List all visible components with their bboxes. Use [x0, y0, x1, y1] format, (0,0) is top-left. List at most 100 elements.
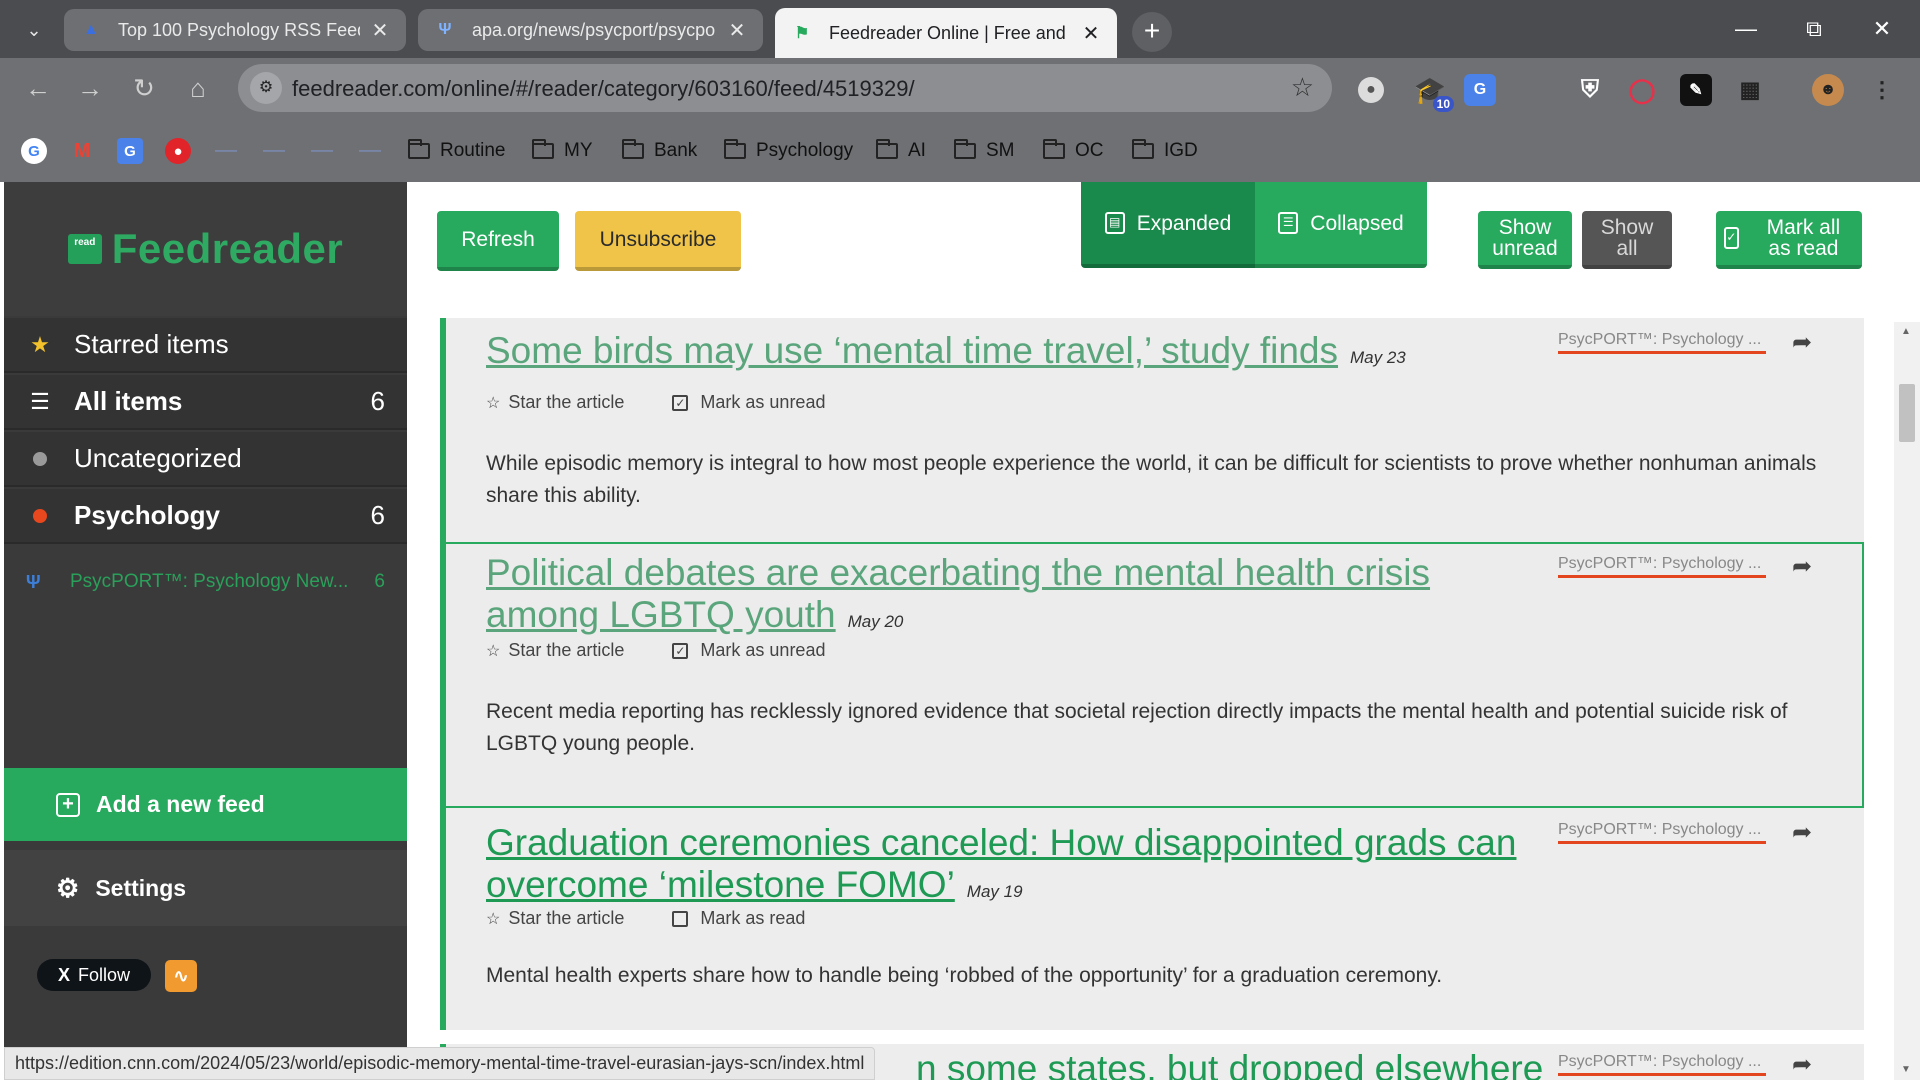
- star-article-button[interactable]: ☆ Star the article: [486, 392, 624, 413]
- unsubscribe-button[interactable]: Unsubscribe: [575, 211, 741, 271]
- pen-extension-icon[interactable]: ✎: [1680, 74, 1712, 106]
- bookmark-folder-bank[interactable]: Bank: [622, 136, 697, 166]
- show-unread-button[interactable]: Show unread: [1478, 211, 1572, 269]
- article-source-link[interactable]: PsycPORT™: Psychology ...: [1558, 1053, 1766, 1076]
- star-article-button[interactable]: ☆ Star the article: [486, 640, 624, 661]
- scroll-down-arrow-icon[interactable]: ▼: [1901, 1064, 1911, 1075]
- sidebar-item-label: Starred items: [74, 329, 229, 359]
- tab-top-100-psychology[interactable]: ▲ Top 100 Psychology RSS Feeds ✕: [64, 9, 406, 51]
- bookmark-icon[interactable]: ——: [213, 138, 239, 164]
- profile-avatar[interactable]: ☻: [1812, 74, 1844, 106]
- menu-kebab-icon[interactable]: ⋮: [1866, 74, 1898, 106]
- rss-icon[interactable]: ∿: [165, 960, 197, 992]
- article-title-text[interactable]: Some birds may use ‘mental time travel,’…: [486, 330, 1338, 371]
- article-title-link[interactable]: Graduation ceremonies canceled: How disa…: [486, 822, 1566, 913]
- x-follow-button[interactable]: X Follow: [37, 959, 151, 991]
- article-item[interactable]: Political debates are exacerbating the m…: [440, 542, 1864, 808]
- bookmark-folder-routine[interactable]: Routine: [408, 136, 506, 166]
- close-tab-icon[interactable]: ✕: [725, 18, 749, 43]
- gmail-bookmark-icon[interactable]: M: [69, 138, 95, 164]
- article-title-text[interactable]: Political debates are exacerbating the m…: [486, 552, 1430, 635]
- close-tab-icon[interactable]: ✕: [368, 18, 392, 43]
- mark-unread-button[interactable]: ✓ Mark as unread: [672, 392, 825, 413]
- bookmark-star-icon[interactable]: ☆: [1291, 72, 1314, 103]
- mark-all-read-button[interactable]: ✓ Mark all as read: [1716, 211, 1862, 269]
- bookmark-folder-igd[interactable]: IGD: [1132, 136, 1198, 166]
- home-icon[interactable]: ⌂: [178, 68, 218, 108]
- tab-apa-psycport[interactable]: Ψ apa.org/news/psycport/psycpo ✕: [418, 9, 763, 51]
- share-icon[interactable]: ➦: [1792, 328, 1812, 357]
- address-bar[interactable]: ⚙ feedreader.com/online/#/reader/categor…: [238, 64, 1332, 112]
- forward-icon[interactable]: →: [70, 68, 110, 108]
- show-unread-label: Show unread: [1492, 216, 1558, 260]
- article-item[interactable]: Graduation ceremonies canceled: How disa…: [440, 808, 1864, 1030]
- bookmark-folder-ai[interactable]: AI: [876, 136, 926, 166]
- puzzle-extensions-icon[interactable]: ▦: [1734, 74, 1766, 106]
- sidebar-item-uncategorized[interactable]: Uncategorized: [4, 432, 407, 487]
- google-bookmark-icon[interactable]: G: [21, 138, 47, 164]
- sidebar-item-psychology[interactable]: Psychology 6: [4, 489, 407, 544]
- restore-icon[interactable]: ⧉: [1780, 8, 1848, 50]
- tab-search-chevron-icon[interactable]: ⌄: [18, 14, 50, 46]
- translate-extension-icon[interactable]: G: [1464, 74, 1496, 106]
- add-feed-button[interactable]: + Add a new feed: [4, 768, 407, 841]
- sidebar-item-count: 6: [370, 386, 385, 416]
- bookmark-folder-sm[interactable]: SM: [954, 136, 1015, 166]
- share-icon[interactable]: ➦: [1792, 1050, 1812, 1079]
- bookmark-icon[interactable]: ——: [357, 138, 383, 164]
- back-icon[interactable]: ←: [18, 68, 58, 108]
- plus-square-icon: +: [56, 792, 80, 817]
- article-actions: ☆ Star the article ✓ Mark as unread: [486, 392, 825, 413]
- article-source-link[interactable]: PsycPORT™: Psychology ...: [1558, 555, 1766, 578]
- article-source-link[interactable]: PsycPORT™: Psychology ...: [1558, 331, 1766, 354]
- new-tab-button[interactable]: +: [1132, 12, 1172, 52]
- article-source-link[interactable]: PsycPORT™: Psychology ...: [1558, 821, 1766, 844]
- scrollbar-thumb[interactable]: [1899, 384, 1915, 442]
- article-item[interactable]: Some birds may use ‘mental time travel,’…: [440, 318, 1864, 542]
- folder-icon: [408, 139, 430, 159]
- feedreader-logo[interactable]: read Feedreader: [4, 182, 407, 316]
- article-title-link[interactable]: Political debates are exacerbating the m…: [486, 552, 1546, 643]
- bookmark-icon[interactable]: ——: [309, 138, 335, 164]
- share-icon[interactable]: ➦: [1792, 552, 1812, 581]
- star-article-button[interactable]: ☆ Star the article: [486, 908, 624, 929]
- status-bar-url: https://edition.cnn.com/2024/05/23/world…: [4, 1047, 876, 1080]
- close-tab-icon[interactable]: ✕: [1079, 21, 1103, 46]
- tab-feedreader[interactable]: ⚑ Feedreader Online | Free and sim ✕: [775, 8, 1117, 58]
- close-window-icon[interactable]: ✕: [1848, 8, 1916, 50]
- reload-icon[interactable]: ↻: [124, 68, 164, 108]
- share-icon[interactable]: ➦: [1792, 818, 1812, 847]
- minimize-icon[interactable]: —: [1712, 8, 1780, 50]
- graduation-cap-extension-icon[interactable]: 🎓 10: [1414, 74, 1454, 112]
- sidebar-feed-psycport[interactable]: Ψ PsycPORT™: Psychology New... 6: [4, 562, 407, 602]
- show-all-button[interactable]: Show all: [1582, 211, 1672, 269]
- bookmark-folder-psychology[interactable]: Psychology: [724, 136, 853, 166]
- scroll-up-arrow-icon[interactable]: ▲: [1901, 326, 1911, 337]
- mark-unread-button[interactable]: ✓ Mark as unread: [672, 640, 825, 661]
- refresh-button[interactable]: Refresh: [437, 211, 559, 271]
- folder-icon: [876, 139, 898, 159]
- translate-bookmark-icon[interactable]: G: [117, 138, 143, 164]
- circle-extension-icon[interactable]: ◯: [1626, 74, 1658, 106]
- expanded-view-button[interactable]: ▤ Expanded: [1081, 182, 1255, 268]
- shield-extension-icon[interactable]: ⛨: [1574, 74, 1606, 106]
- article-title-link[interactable]: Some birds may use ‘mental time travel,’…: [486, 330, 1406, 379]
- site-settings-icon[interactable]: ⚙: [250, 72, 282, 104]
- red-circle-bookmark-icon[interactable]: ●: [165, 138, 191, 164]
- vertical-scrollbar[interactable]: ▲ ▼: [1894, 322, 1920, 1080]
- feedreader-icon: ⚑: [794, 25, 810, 42]
- settings-button[interactable]: ⚙ Settings: [4, 850, 407, 926]
- mark-read-button[interactable]: Mark as read: [672, 908, 805, 929]
- bookmark-icon[interactable]: ——: [261, 138, 287, 164]
- sidebar-item-starred[interactable]: ★ Starred items: [4, 318, 407, 373]
- browser-toolbar: ← → ↻ ⌂ ⚙ feedreader.com/online/#/reader…: [0, 58, 1920, 120]
- article-title-text[interactable]: n some states, but dropped elsewhere: [916, 1048, 1543, 1080]
- collapsed-view-button[interactable]: ☰ Collapsed: [1255, 182, 1427, 268]
- url-text[interactable]: feedreader.com/online/#/reader/category/…: [292, 76, 915, 102]
- bookmark-folder-my[interactable]: MY: [532, 136, 593, 166]
- mark-label: Mark as unread: [700, 392, 826, 412]
- article-title-link[interactable]: n some states, but dropped elsewhere: [916, 1048, 1543, 1080]
- bookmark-folder-oc[interactable]: OC: [1043, 136, 1104, 166]
- sidebar-item-all-items[interactable]: ☰ All items 6: [4, 375, 407, 430]
- record-extension-icon[interactable]: ●: [1358, 77, 1384, 103]
